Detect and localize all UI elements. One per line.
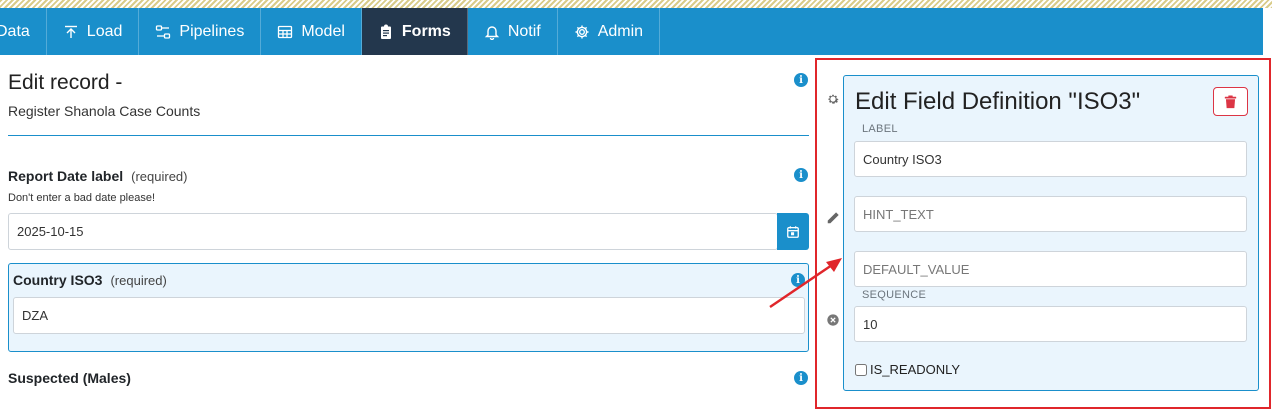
report-date-label: Report Date label (required) — [8, 168, 188, 184]
nav-item-admin[interactable]: Admin — [558, 8, 661, 55]
hint-text-input[interactable] — [854, 196, 1247, 232]
delete-field-button[interactable] — [1213, 87, 1248, 116]
field-label-text: Suspected (Males) — [8, 370, 131, 386]
readonly-label: IS_READONLY — [870, 362, 961, 377]
nav-label: Admin — [597, 22, 644, 40]
nav-item-load[interactable]: Load — [47, 8, 140, 55]
nav-item-notif[interactable]: Notif — [468, 8, 558, 55]
info-icon[interactable]: i — [794, 371, 808, 385]
info-icon[interactable]: i — [794, 168, 808, 182]
field-label-text: Report Date label — [8, 168, 124, 184]
pipeline-icon — [156, 24, 171, 39]
nav-label: Data — [0, 22, 30, 40]
trash-icon — [1224, 94, 1237, 108]
info-icon[interactable]: i — [794, 73, 808, 87]
table-icon — [278, 25, 293, 38]
main-navbar: Data Load Pipelines Model Forms Notif Ad… — [0, 8, 1263, 55]
report-date-hint: Don't enter a bad date please! — [8, 192, 156, 204]
nav-label: Pipelines — [179, 22, 245, 40]
nav-item-model[interactable]: Model — [261, 8, 362, 55]
page-subtitle: Register Shanola Case Counts — [8, 103, 201, 119]
annotation-arrow — [769, 258, 842, 309]
readonly-checkbox-row[interactable]: IS_READONLY — [855, 362, 960, 377]
nav-label: Load — [86, 22, 123, 40]
readonly-checkbox[interactable] — [855, 363, 867, 376]
field-label-text: Country ISO3 — [13, 272, 103, 288]
label-input[interactable] — [854, 141, 1247, 177]
selected-field-container[interactable]: Country ISO3 (required) i — [8, 263, 809, 352]
editor-title: Edit Field Definition "ISO3" — [855, 88, 1141, 115]
bell-icon — [484, 25, 500, 40]
field-definition-editor: Edit Field Definition "ISO3" LABEL SEQUE… — [843, 75, 1259, 391]
default-value-input[interactable] — [854, 251, 1247, 287]
nav-label: Notif — [507, 22, 541, 40]
sequence-input[interactable] — [854, 306, 1247, 342]
country-input[interactable] — [13, 297, 805, 334]
title-divider — [8, 135, 809, 136]
record-form: Edit record - i Register Shanola Case Co… — [8, 55, 810, 411]
nav-item-pipelines[interactable]: Pipelines — [139, 8, 262, 55]
report-date-input[interactable] — [8, 213, 778, 250]
date-picker-button[interactable] — [777, 213, 809, 250]
top-hatch-strip — [0, 0, 1272, 8]
page-title: Edit record - — [8, 71, 123, 94]
nav-item-data[interactable]: Data — [0, 8, 47, 55]
country-label: Country ISO3 (required) — [13, 272, 167, 288]
sequence-caption: SEQUENCE — [862, 289, 927, 301]
required-marker: (required) — [131, 169, 188, 184]
calendar-icon — [787, 225, 799, 238]
upload-icon — [64, 25, 77, 38]
nav-label: Model — [301, 22, 345, 40]
nav-label: Forms — [401, 22, 451, 40]
suspected-males-label: Suspected (Males) — [8, 370, 131, 386]
required-marker: (required) — [110, 273, 167, 288]
label-caption: LABEL — [862, 123, 898, 135]
clipboard-icon — [380, 24, 391, 39]
gear-icon — [575, 25, 589, 38]
nav-item-forms[interactable]: Forms — [361, 8, 468, 55]
